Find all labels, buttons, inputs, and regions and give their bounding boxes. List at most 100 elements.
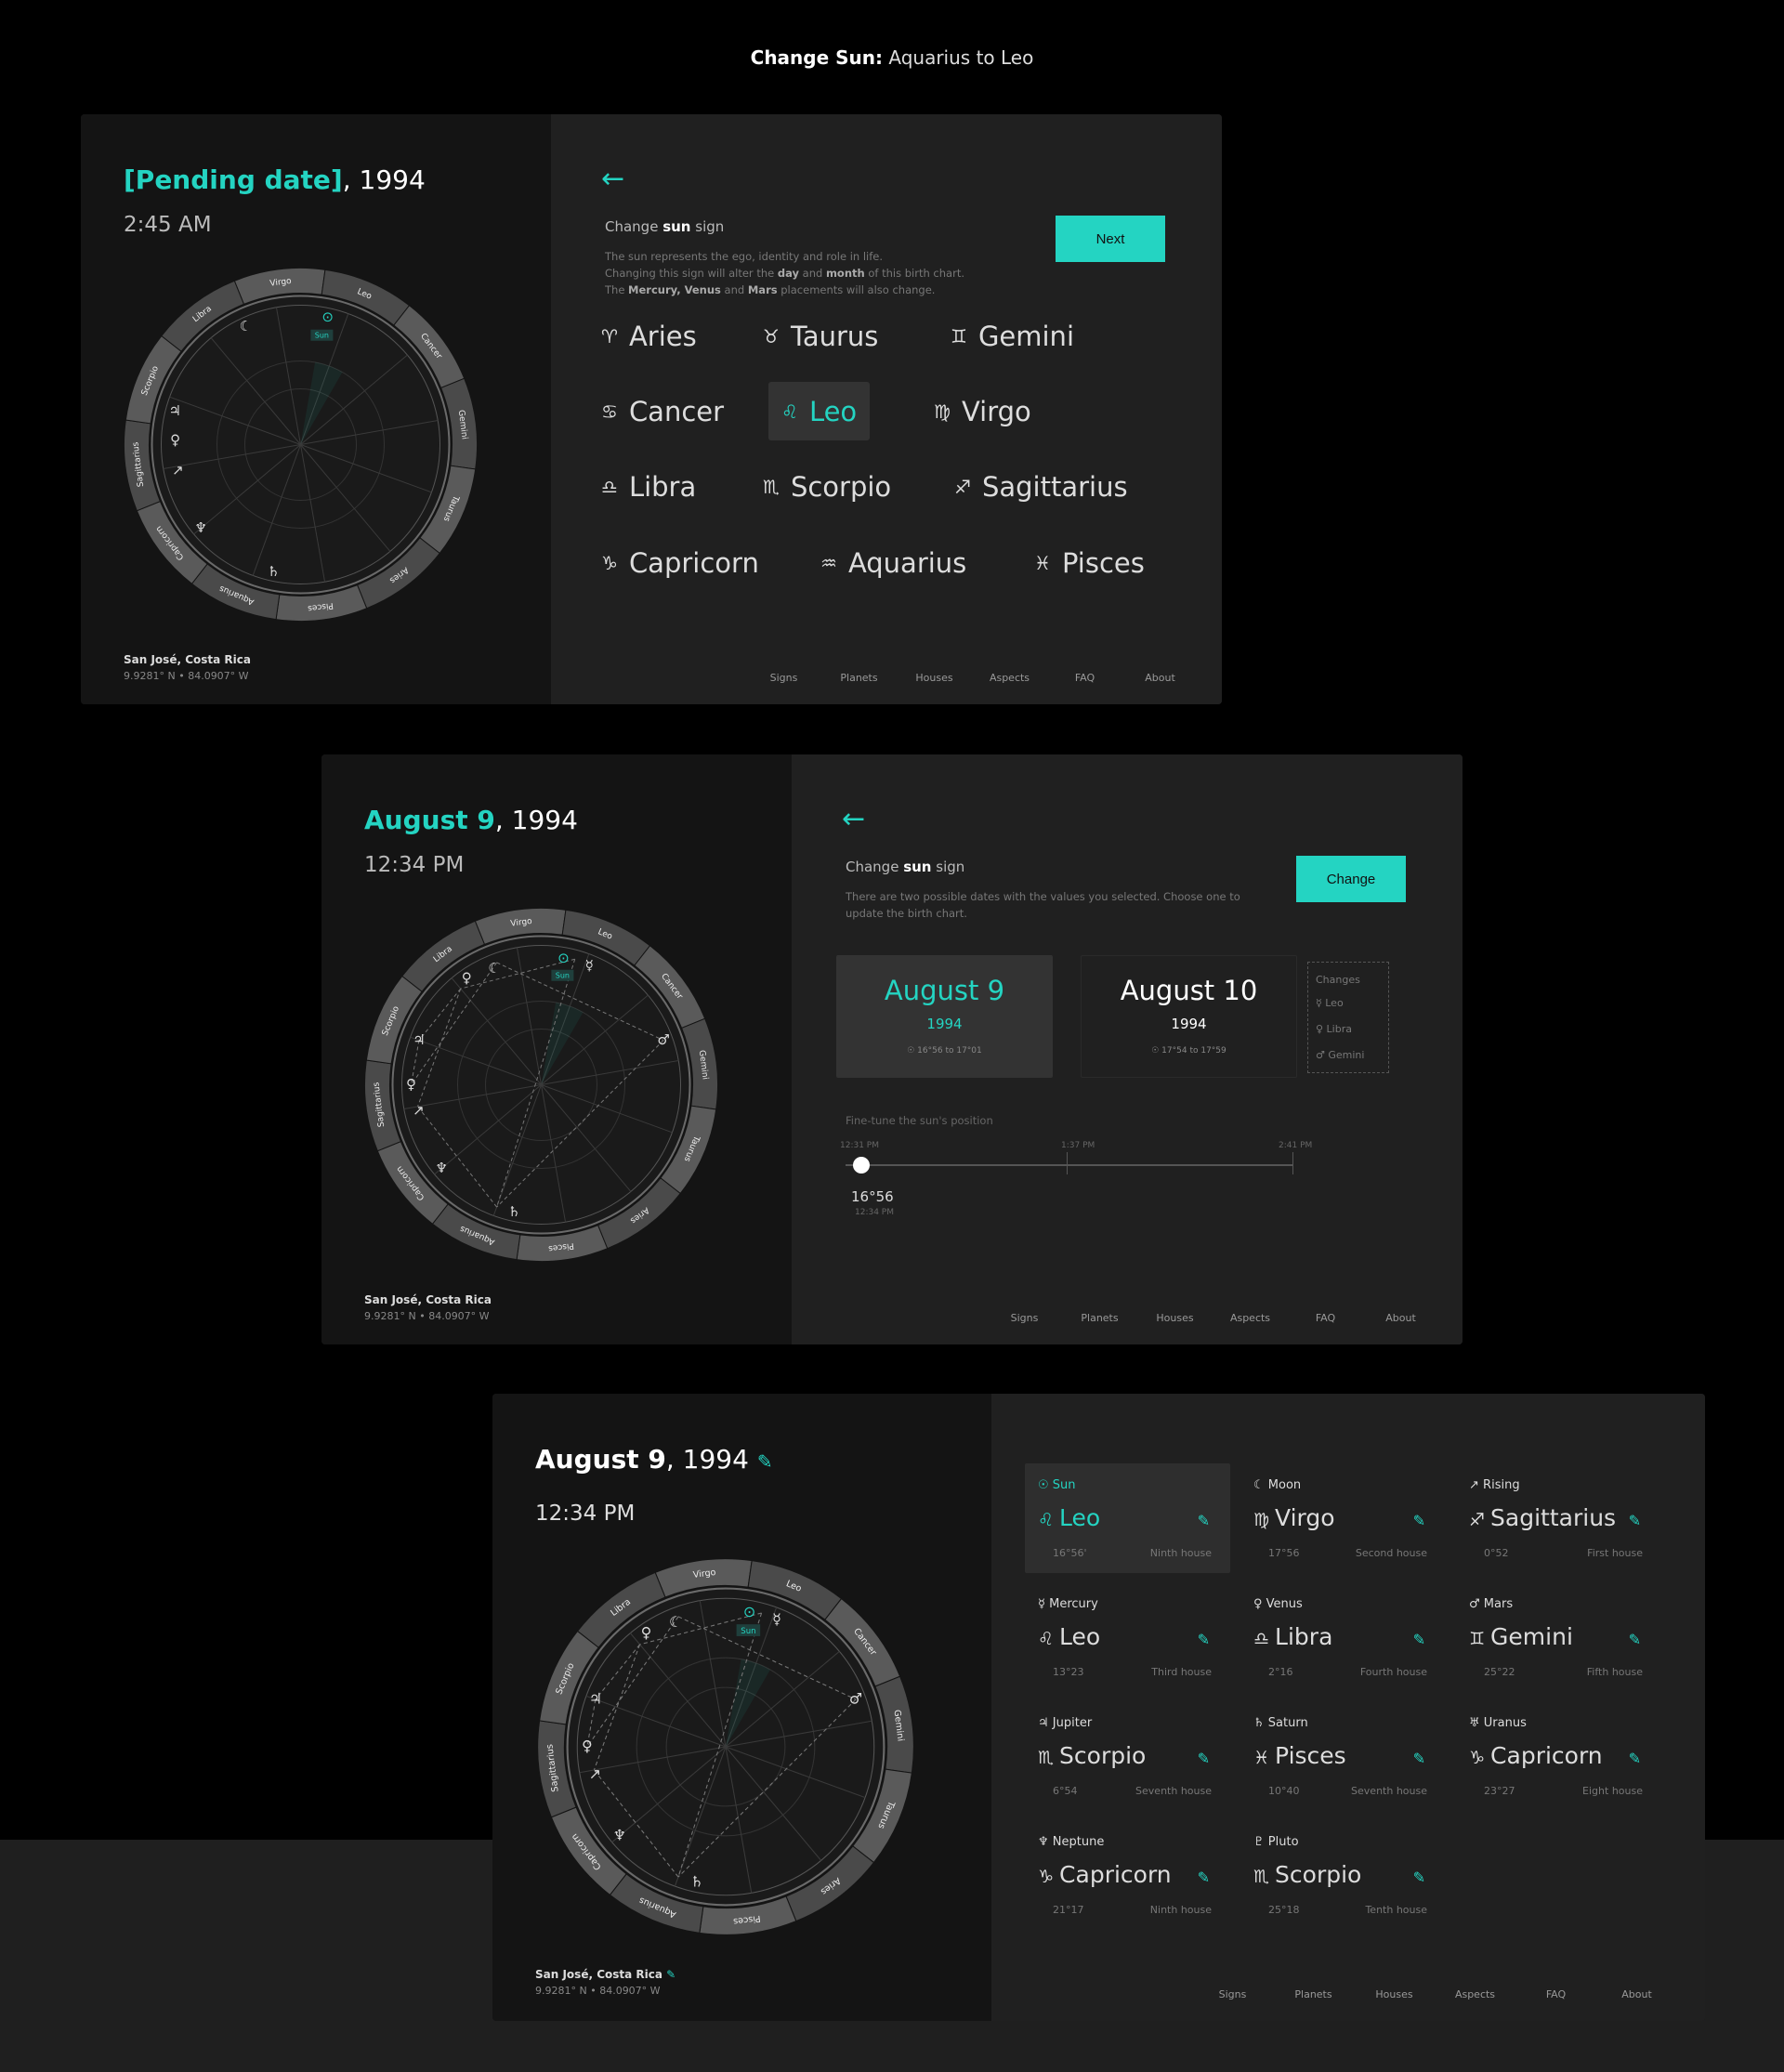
planet-sign: ♊ Gemini <box>1469 1623 1573 1650</box>
edit-pencil-icon[interactable]: ✎ <box>1629 1750 1641 1767</box>
nav-aspects[interactable]: Aspects <box>1213 1312 1288 1324</box>
sign-icon: ♑ <box>1038 1867 1055 1887</box>
planet-house: Ninth house <box>1149 1547 1212 1559</box>
planet-degree: 17°56 <box>1268 1547 1300 1559</box>
planet-degree: 23°27 <box>1484 1785 1515 1797</box>
birth-date: August 9, 1994 ✎ <box>535 1444 773 1475</box>
slider-handle[interactable] <box>853 1157 870 1174</box>
planet-card-pluto[interactable]: ♇ Pluto ♏ Scorpio ✎ 25°18 Tenth house <box>1240 1820 1446 1930</box>
sign-option-scorpio[interactable]: ♏ Scorpio <box>750 457 904 516</box>
sign-option-pisces[interactable]: ♓ Pisces <box>1021 533 1158 592</box>
nav-planets[interactable]: Planets <box>821 672 897 684</box>
sign-option-aries[interactable]: ♈ Aries <box>588 307 710 365</box>
planet-card-rising[interactable]: ↗ Rising ♐ Sagittarius ✎ 0°52 First house <box>1456 1463 1661 1573</box>
venus-icon: ♀ <box>1253 1597 1263 1611</box>
sign-option-cancer[interactable]: ♋ Cancer <box>588 382 737 440</box>
planet-card-sun[interactable]: ☉ Sun ♌ Leo ✎ 16°56' Ninth house <box>1025 1463 1230 1573</box>
edit-date-pencil-icon[interactable]: ✎ <box>757 1450 773 1473</box>
date-option-august-9[interactable]: August 9 1994 ☉ 16°56 to 17°01 <box>836 955 1053 1078</box>
planet-card-saturn[interactable]: ♄ Saturn ♓ Pisces ✎ 10°40 Seventh house <box>1240 1701 1446 1811</box>
sign-icon: ♐ <box>1469 1510 1486 1530</box>
nav-faq[interactable]: FAQ <box>1515 1988 1596 2000</box>
nav-faq[interactable]: FAQ <box>1288 1312 1363 1324</box>
planet-degree: 6°54 <box>1053 1785 1078 1797</box>
planet-degree: 10°40 <box>1268 1785 1300 1797</box>
slider-label: Fine-tune the sun's position <box>846 1114 993 1127</box>
edit-pencil-icon[interactable]: ✎ <box>1198 1631 1210 1648</box>
sign-option-capricorn[interactable]: ♑ Capricorn <box>588 533 772 592</box>
nav-about[interactable]: About <box>1363 1312 1438 1324</box>
sign-option-libra[interactable]: ♎ Libra <box>588 457 709 516</box>
planet-glyph-icon: ♂ <box>657 1031 669 1048</box>
date-option-august-10[interactable]: August 10 1994 ☉ 17°54 to 17°59 <box>1081 955 1297 1078</box>
nav-signs[interactable]: Signs <box>1192 1988 1273 2000</box>
planet-card-mercury[interactable]: ☿ Mercury ♌ Leo ✎ 13°23 Third house <box>1025 1582 1230 1692</box>
location-coords: 9.9281° N • 84.0907° W <box>124 670 249 682</box>
taurus-icon: ♉ <box>763 324 780 348</box>
edit-pencil-icon[interactable]: ✎ <box>1629 1631 1641 1648</box>
sign-icon: ♏ <box>1253 1867 1270 1887</box>
birth-time: 12:34 PM <box>535 1502 636 1526</box>
planet-card-jupiter[interactable]: ♃ Jupiter ♏ Scorpio ✎ 6°54 Seventh house <box>1025 1701 1230 1811</box>
back-arrow-icon[interactable]: ← <box>601 163 624 195</box>
edit-pencil-icon[interactable]: ✎ <box>1198 1750 1210 1767</box>
edit-pencil-icon[interactable]: ✎ <box>1413 1750 1425 1767</box>
sign-icon: ♊ <box>1469 1629 1486 1649</box>
planet-degree: 25°22 <box>1484 1666 1515 1678</box>
panel-birth-chart: August 9, 1994 ✎ 12:34 PM Virgo Leo Cancer… <box>492 1394 1705 2021</box>
nav-houses[interactable]: Houses <box>897 672 972 684</box>
planet-placements: ☉ Sun ♌ Leo ✎ 16°56' Ninth house ☾ Moon ♍ Virgo ✎… <box>991 1394 1705 2021</box>
aries-icon: ♈ <box>601 324 618 348</box>
planet-glyph-icon: ☾ <box>488 960 500 977</box>
mercury-icon: ☿ <box>1038 1597 1045 1611</box>
sign-option-leo[interactable]: ♌ Leo <box>768 382 871 440</box>
planet-card-venus[interactable]: ♀ Venus ♎ Libra ✎ 2°16 Fourth house <box>1240 1582 1446 1692</box>
nav-planets[interactable]: Planets <box>1273 1988 1354 2000</box>
nav-about[interactable]: About <box>1596 1988 1677 2000</box>
uranus-icon: ♅ <box>1469 1716 1480 1730</box>
next-button[interactable]: Next <box>1056 216 1165 262</box>
sun-tag: Sun <box>556 972 570 980</box>
edit-pencil-icon[interactable]: ✎ <box>1413 1631 1425 1648</box>
planet-glyph-icon: ☿ <box>585 957 594 974</box>
edit-pencil-icon[interactable]: ✎ <box>1413 1869 1425 1886</box>
planet-glyph-icon: ♄ <box>508 1203 520 1220</box>
sign-option-sagittarius[interactable]: ♐ Sagittarius <box>941 457 1141 516</box>
page-title: Change Sun: Aquarius to Leo <box>750 46 1034 69</box>
nav-aspects[interactable]: Aspects <box>972 672 1047 684</box>
edit-pencil-icon[interactable]: ✎ <box>1413 1512 1425 1529</box>
edit-pencil-icon[interactable]: ✎ <box>1629 1512 1641 1529</box>
edit-pencil-icon[interactable]: ✎ <box>1198 1869 1210 1886</box>
birth-date: [Pending date], 1994 <box>124 164 426 195</box>
planet-card-mars[interactable]: ♂ Mars ♊ Gemini ✎ 25°22 Fifth house <box>1456 1582 1661 1692</box>
change-button[interactable]: Change <box>1296 856 1406 902</box>
edit-location-pencil-icon[interactable]: ✎ <box>666 1968 676 1981</box>
planet-glyph-icon: ♆ <box>436 1160 448 1176</box>
back-arrow-icon[interactable]: ← <box>842 803 865 835</box>
nav-houses[interactable]: Houses <box>1354 1988 1435 2000</box>
planet-card-moon[interactable]: ☾ Moon ♍ Virgo ✎ 17°56 Second house <box>1240 1463 1446 1573</box>
nav-about[interactable]: About <box>1122 672 1198 684</box>
planet-sign: ♏ Scorpio <box>1253 1861 1362 1888</box>
nav-aspects[interactable]: Aspects <box>1435 1988 1515 2000</box>
nav-houses[interactable]: Houses <box>1137 1312 1213 1324</box>
chart-sidebar: August 9, 1994 ✎ 12:34 PM Virgo Leo Cancer… <box>492 1394 991 2021</box>
planet-card-neptune[interactable]: ♆ Neptune ♑ Capricorn ✎ 21°17 Ninth house <box>1025 1820 1230 1930</box>
sign-option-taurus[interactable]: ♉ Taurus <box>750 307 891 365</box>
planet-sign: ♌ Leo <box>1038 1623 1101 1650</box>
sign-option-aquarius[interactable]: ♒ Aquarius <box>807 533 979 592</box>
planet-sign: ♌ Leo <box>1038 1504 1101 1531</box>
planet-sign: ♑ Capricorn <box>1469 1742 1603 1769</box>
nav-planets[interactable]: Planets <box>1062 1312 1137 1324</box>
nav-signs[interactable]: Signs <box>746 672 821 684</box>
nav-faq[interactable]: FAQ <box>1047 672 1122 684</box>
edit-pencil-icon[interactable]: ✎ <box>1198 1512 1210 1529</box>
nav-signs[interactable]: Signs <box>987 1312 1062 1324</box>
sign-option-gemini[interactable]: ♊ Gemini <box>938 307 1087 365</box>
planet-card-uranus[interactable]: ♅ Uranus ♑ Capricorn ✎ 23°27 Eight house <box>1456 1701 1661 1811</box>
planet-glyph-icon: ⊙ <box>321 308 334 325</box>
slider-track[interactable] <box>846 1164 1293 1166</box>
sun-tag: Sun <box>315 332 329 340</box>
sign-option-virgo[interactable]: ♍ Virgo <box>921 382 1044 440</box>
location-name: San José, Costa Rica <box>124 653 251 666</box>
